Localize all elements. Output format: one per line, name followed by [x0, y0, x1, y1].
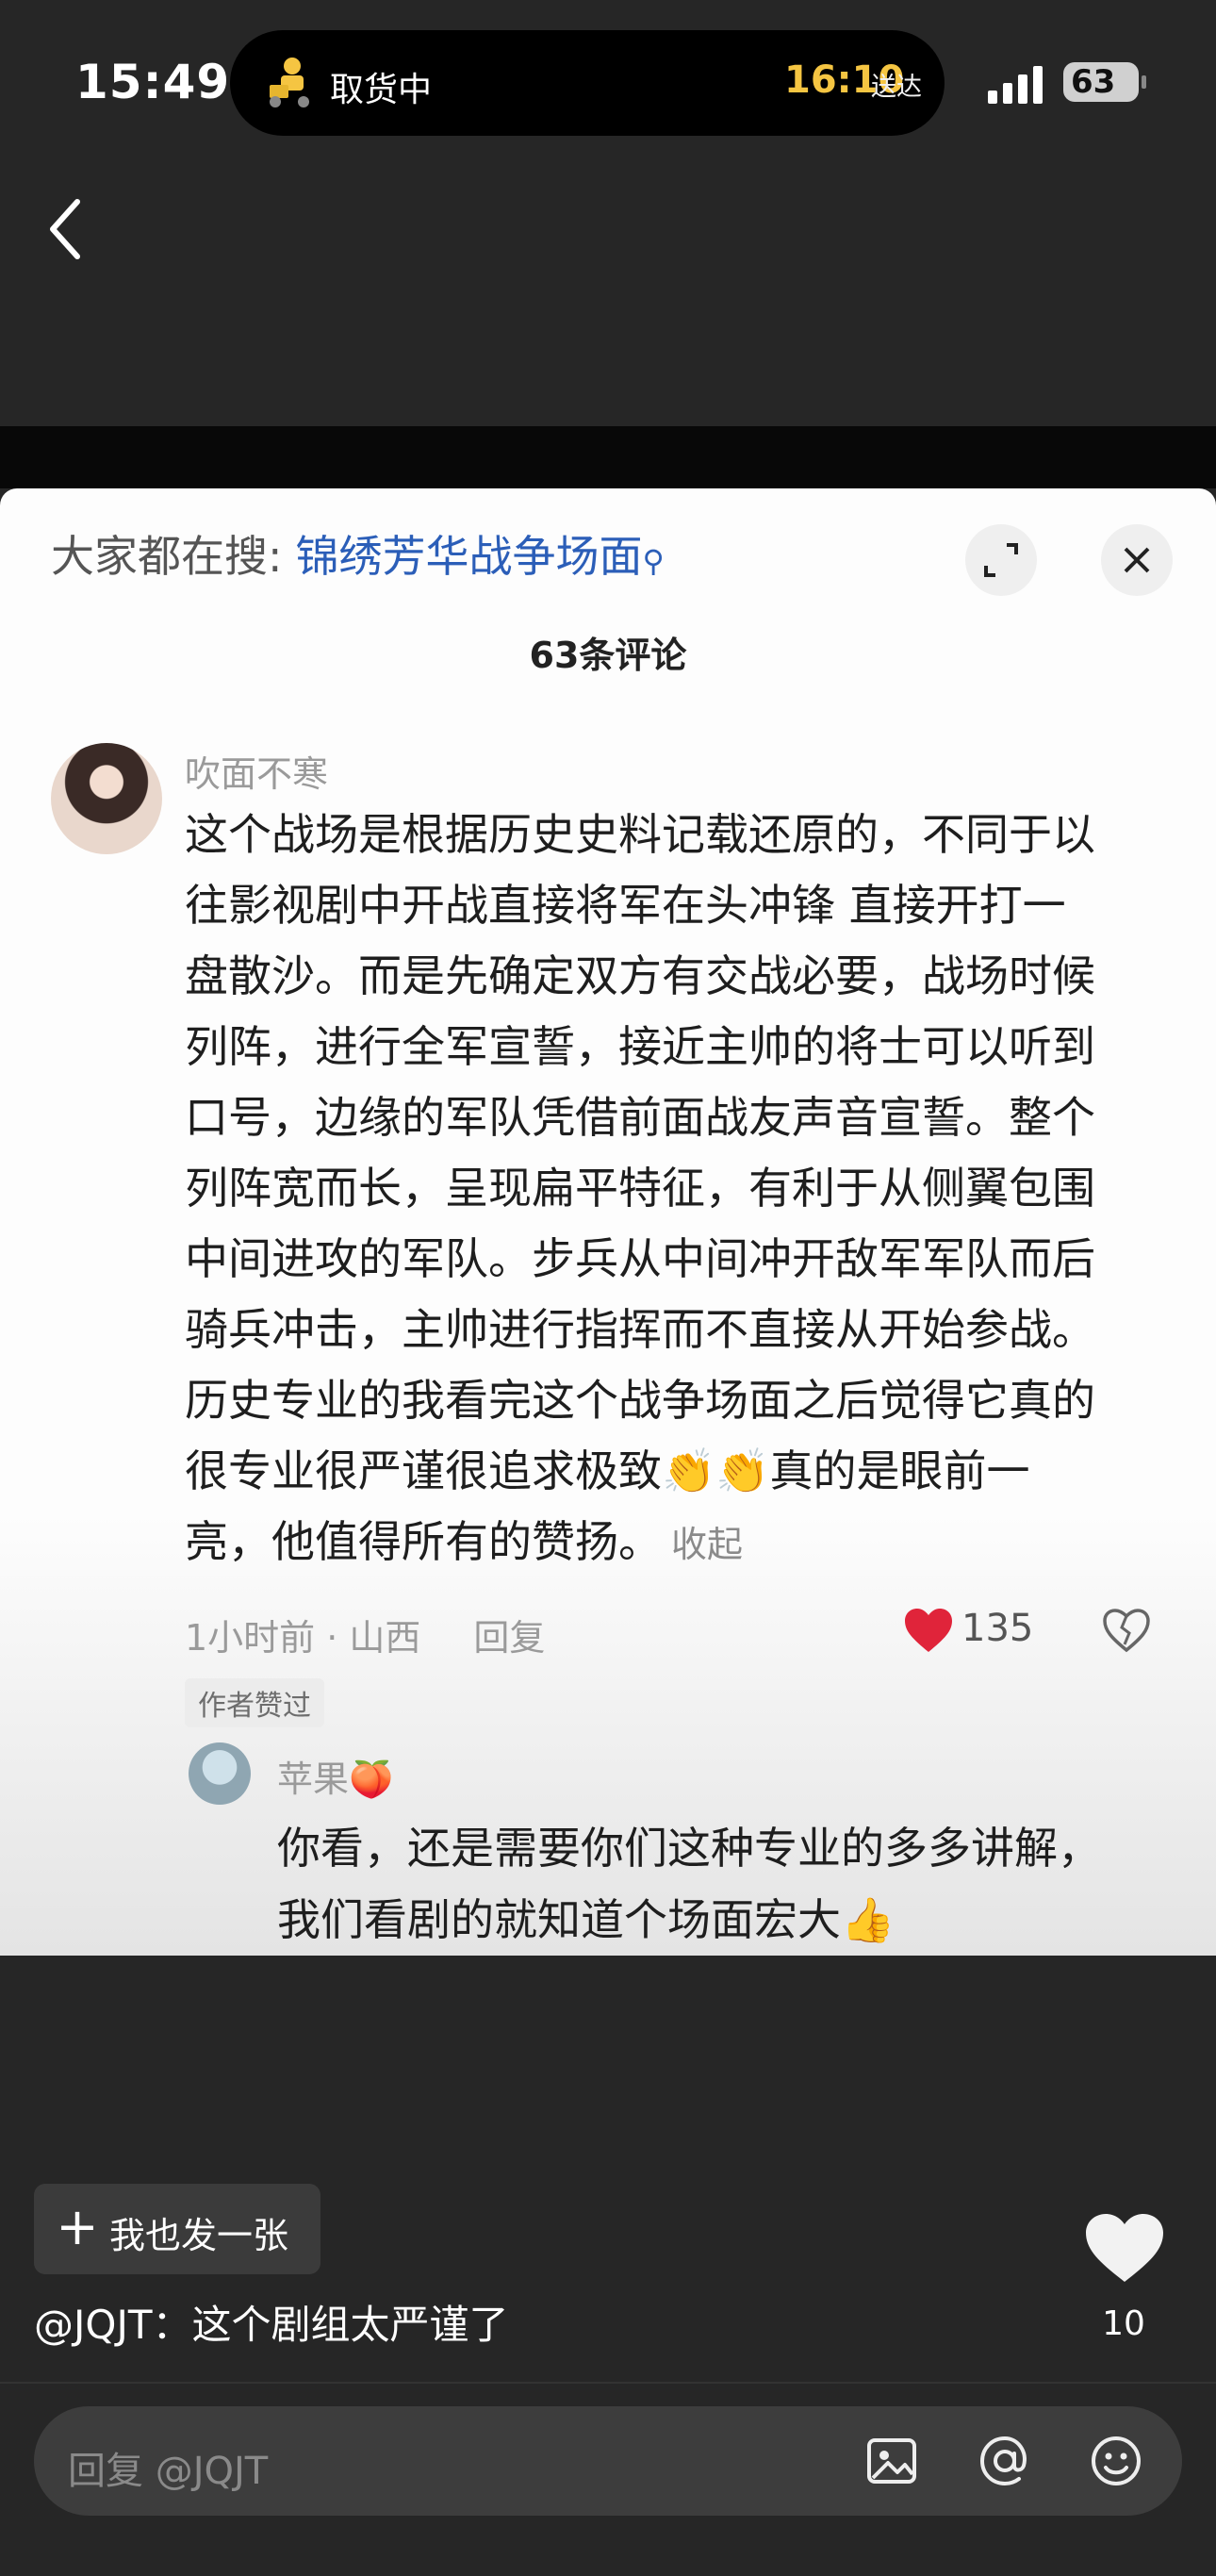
comment-line: 盘散沙。而是先确定双方有交战必要，战场时候 — [185, 950, 1095, 1001]
battery-indicator: 63 — [1063, 62, 1146, 102]
post-image[interactable]: 大家都在搜: 锦绣芳华战争场面⚲ 63条评论 吹面不寒 这个战场是根据历史史料记载… — [0, 488, 1216, 1956]
comment-line: 亮，他值得所有的赞扬。 收起 — [185, 1507, 1175, 1580]
reply-line: 你看，还是需要你们这种专业的多多讲解， — [277, 1823, 1101, 1874]
at-icon[interactable] — [977, 2433, 1033, 2489]
reply-text: 你看，还是需要你们这种专业的多多讲解， 我们看剧的就知道个场面宏大👍 — [277, 1812, 1173, 1956]
comment-line: 列阵宽而长，呈现扁平特征，有利于从侧翼包围 — [185, 1163, 1095, 1214]
close-icon — [1101, 524, 1173, 596]
image-top-band — [0, 426, 1216, 488]
island-label: 取货中 — [330, 71, 433, 109]
search-suggestion: 大家都在搜: 锦绣芳华战争场面⚲ — [51, 522, 665, 585]
search-prefix: 大家都在搜: — [51, 531, 283, 582]
like-heart-icon[interactable] — [1082, 2210, 1167, 2286]
back-chevron-icon[interactable] — [38, 189, 98, 270]
broken-heart-icon — [1103, 1609, 1150, 1653]
comment-meta: 1小时前 · 山西 回复 — [185, 1609, 545, 1660]
comment-line: 往影视剧中开战直接将军在头冲锋 直接开打一 — [185, 880, 1066, 931]
reply-link: 回复 — [473, 1617, 546, 1659]
comment-line: 口号，边缘的军队凭借前面战友声音宣誓。整个 — [185, 1092, 1095, 1143]
dynamic-island[interactable]: 取货中 16:10 送达 — [230, 30, 945, 136]
cellular-signal-icon — [988, 66, 1043, 104]
delivery-rider-icon — [270, 58, 309, 107]
heart-filled-icon — [905, 1609, 952, 1652]
comment-line: 骑兵冲击，主帅进行指挥而不直接从开始参战。 — [185, 1304, 1095, 1355]
comment-last-line: 亮，他值得所有的赞扬。 — [185, 1516, 662, 1567]
post-button-label: 我也发一张 — [109, 2215, 289, 2256]
divider — [0, 2382, 1216, 2384]
island-eta-label: 送达 — [871, 73, 922, 102]
image-icon[interactable] — [863, 2433, 920, 2489]
comment-like-count: 135 — [961, 1607, 1034, 1650]
comment-line: 历史专业的我看完这个战争场面之后觉得它真的 — [185, 1375, 1095, 1426]
reply-input[interactable]: 回复 @JQJT — [34, 2406, 1182, 2516]
search-term-link: 锦绣芳华战争场面 — [295, 531, 643, 582]
reply-placeholder: 回复 @JQJT — [68, 2450, 269, 2493]
post-one-too-button[interactable]: + 我也发一张 — [34, 2184, 320, 2274]
comment-username: 吹面不寒 — [185, 753, 329, 795]
comment-line: 很专业很严谨很追求极致👏👏真的是眼前一 — [185, 1445, 1030, 1496]
comment-line: 中间进攻的军队。步兵从中间冲开敌军军队而后 — [185, 1233, 1095, 1284]
reply-avatar — [189, 1742, 251, 1805]
comment-line: 这个战场是根据历史史料记载还原的，不同于以 — [185, 809, 1095, 860]
status-bar: 15:49 取货中 16:10 送达 63 — [0, 0, 1216, 170]
comment-text: 这个战场是根据历史史料记载还原的，不同于以 往影视剧中开战直接将军在头冲锋 直接… — [185, 800, 1175, 1580]
author-liked-tag: 作者赞过 — [185, 1678, 324, 1727]
post-caption: @JQJT：这个剧组太严谨了 — [34, 2302, 509, 2348]
plus-icon: + — [56, 2197, 99, 2256]
comment-time-location: 1小时前 · 山西 — [185, 1617, 421, 1659]
avatar — [51, 743, 162, 854]
reply-username: 苹果🍑 — [277, 1759, 394, 1800]
post-like-count: 10 — [1102, 2304, 1145, 2343]
comment-line: 列阵，进行全军宣誓，接近主帅的将士可以听到 — [185, 1021, 1095, 1072]
search-icon: ⚲ — [642, 543, 665, 579]
expand-icon — [965, 524, 1037, 596]
emoji-icon[interactable] — [1088, 2433, 1144, 2489]
comment-count: 63条评论 — [529, 635, 687, 676]
reply-line: 我们看剧的就知道个场面宏大👍 — [277, 1894, 896, 1945]
collapse-link: 收起 — [671, 1524, 744, 1565]
status-time: 15:49 — [75, 55, 231, 109]
